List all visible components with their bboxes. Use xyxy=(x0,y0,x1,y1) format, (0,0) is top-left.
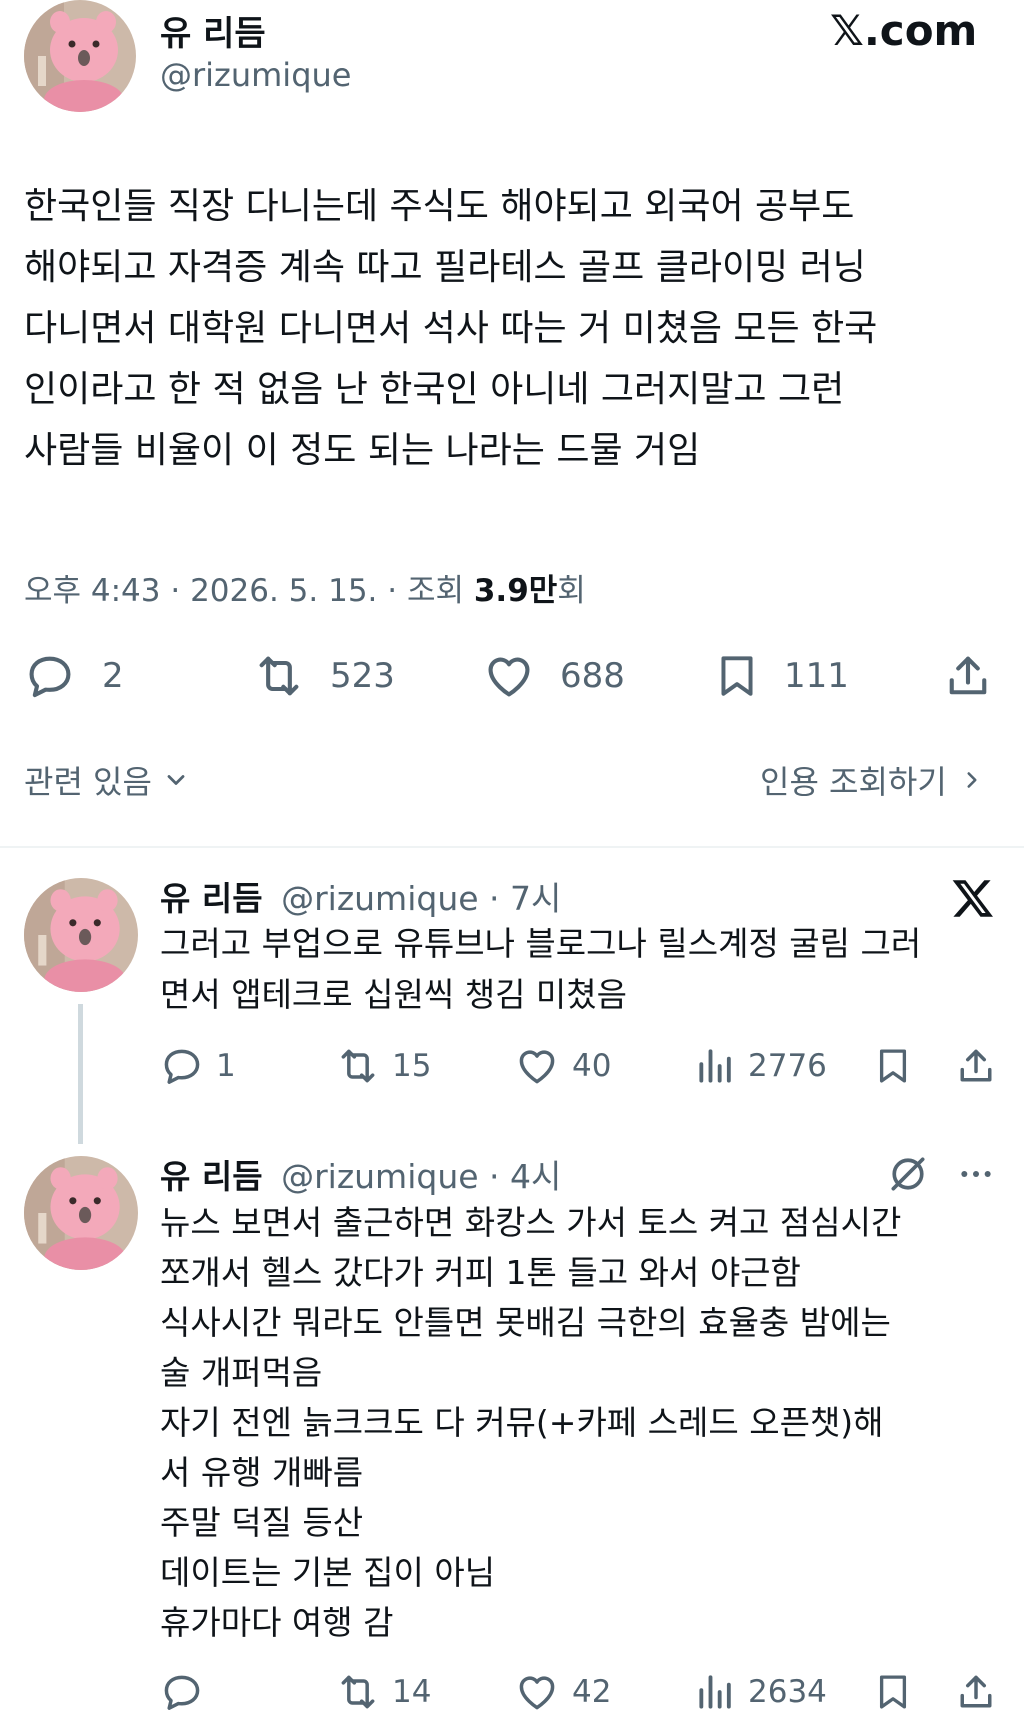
view-quotes-link[interactable]: 인용 조회하기 xyxy=(760,758,985,802)
reply2-bookmark-button[interactable] xyxy=(872,1670,914,1714)
related-toggle[interactable]: 관련 있음 xyxy=(24,758,190,802)
reply2-author-name[interactable]: 유 리듬 xyxy=(160,1157,263,1196)
share-icon xyxy=(942,650,994,702)
thread-line xyxy=(78,1004,83,1144)
grok-icon[interactable] xyxy=(886,1152,930,1196)
retweet-icon xyxy=(334,1670,382,1714)
share-icon xyxy=(954,1044,998,1088)
speech-bubble-icon xyxy=(160,1670,204,1714)
view-count: 3.9만 xyxy=(473,573,558,609)
reply2-views-button[interactable]: 2634 xyxy=(694,1670,827,1714)
reply1-like-button[interactable]: 40 xyxy=(514,1044,611,1088)
reply2-retweet-button[interactable]: 14 xyxy=(334,1670,431,1714)
share-icon xyxy=(954,1670,998,1714)
share-button[interactable] xyxy=(942,648,994,704)
bookmark-icon xyxy=(872,1044,914,1088)
like-button[interactable]: 688 xyxy=(482,648,625,704)
tweet-timestamp[interactable]: 오후 4:43 · 2026. 5. 15. · 조회 xyxy=(24,573,474,609)
main-author-avatar[interactable] xyxy=(24,0,136,112)
brand-logo: 𝕏.com xyxy=(830,6,978,55)
reply2-text: 뉴스 보면서 출근하면 화캉스 가서 토스 켜고 점심시간 쪼개서 헬스 갔다가… xyxy=(160,1203,902,1642)
main-tweet-meta: 오후 4:43 · 2026. 5. 15. · 조회 3.9만회 xyxy=(24,565,586,610)
heart-icon xyxy=(514,1670,560,1714)
main-author-name[interactable]: 유 리듬 xyxy=(160,6,266,55)
reply1-share-button[interactable] xyxy=(954,1044,998,1088)
reply2-author-handle[interactable]: @rizumique · 4시 xyxy=(281,1157,561,1196)
more-dots-icon[interactable] xyxy=(954,1154,998,1194)
bookmark-icon xyxy=(872,1670,914,1714)
reply1-retweet-count: 15 xyxy=(392,1048,432,1084)
retweet-button[interactable]: 523 xyxy=(250,648,395,704)
bookmark-count: 111 xyxy=(784,656,849,696)
bar-chart-icon xyxy=(694,1670,738,1714)
view-count-suffix: 회 xyxy=(557,573,586,609)
reply1-header: 유 리듬 @rizumique · 7시 xyxy=(160,872,561,920)
retweet-count: 523 xyxy=(330,656,395,696)
reply2-like-count: 42 xyxy=(572,1674,612,1710)
reply1-text: 그러고 부업으로 유튜브나 블로그나 릴스계정 굴림 그러 면서 앱테크로 십원… xyxy=(160,924,922,1014)
heart-icon xyxy=(482,650,536,702)
speech-bubble-icon xyxy=(24,650,76,702)
reply1-reply-button[interactable]: 1 xyxy=(160,1044,236,1088)
reply1-views-button[interactable]: 2776 xyxy=(694,1044,827,1088)
bookmark-icon xyxy=(712,650,762,702)
reply-count: 2 xyxy=(102,656,124,696)
reply1-author-name[interactable]: 유 리듬 xyxy=(160,879,263,918)
speech-bubble-icon xyxy=(160,1044,204,1088)
reply2-author-avatar[interactable] xyxy=(24,1156,138,1270)
quotes-label: 인용 조회하기 xyxy=(760,763,947,801)
reply2-like-button[interactable]: 42 xyxy=(514,1670,611,1714)
chevron-right-icon xyxy=(959,766,985,794)
reply1-author-avatar[interactable] xyxy=(24,878,138,992)
main-tweet-text: 한국인들 직장 다니는데 주식도 해야되고 외국어 공부도 해야되고 자격증 계… xyxy=(24,186,878,471)
section-divider xyxy=(0,846,1024,848)
related-label: 관련 있음 xyxy=(24,763,152,801)
like-count: 688 xyxy=(560,656,625,696)
reply2-retweet-count: 14 xyxy=(392,1674,432,1710)
reply1-views-count: 2776 xyxy=(748,1048,827,1084)
reply1-retweet-button[interactable]: 15 xyxy=(334,1044,431,1088)
chevron-down-icon xyxy=(162,766,190,794)
reply1-author-handle[interactable]: @rizumique · 7시 xyxy=(281,879,561,918)
reply2-views-count: 2634 xyxy=(748,1674,827,1710)
retweet-icon xyxy=(334,1044,382,1088)
reply1-like-count: 40 xyxy=(572,1048,612,1084)
x-logo-icon[interactable] xyxy=(950,876,996,920)
bookmark-button[interactable]: 111 xyxy=(712,648,849,704)
main-author-handle[interactable]: @rizumique xyxy=(160,56,351,94)
retweet-icon xyxy=(250,650,308,702)
reply1-reply-count: 1 xyxy=(216,1048,236,1084)
reply2-share-button[interactable] xyxy=(954,1670,998,1714)
reply2-reply-button[interactable] xyxy=(160,1670,216,1714)
heart-icon xyxy=(514,1044,560,1088)
reply-button[interactable]: 2 xyxy=(24,648,124,704)
reply1-bookmark-button[interactable] xyxy=(872,1044,914,1088)
bar-chart-icon xyxy=(694,1044,738,1088)
reply2-header: 유 리듬 @rizumique · 4시 xyxy=(160,1150,561,1198)
